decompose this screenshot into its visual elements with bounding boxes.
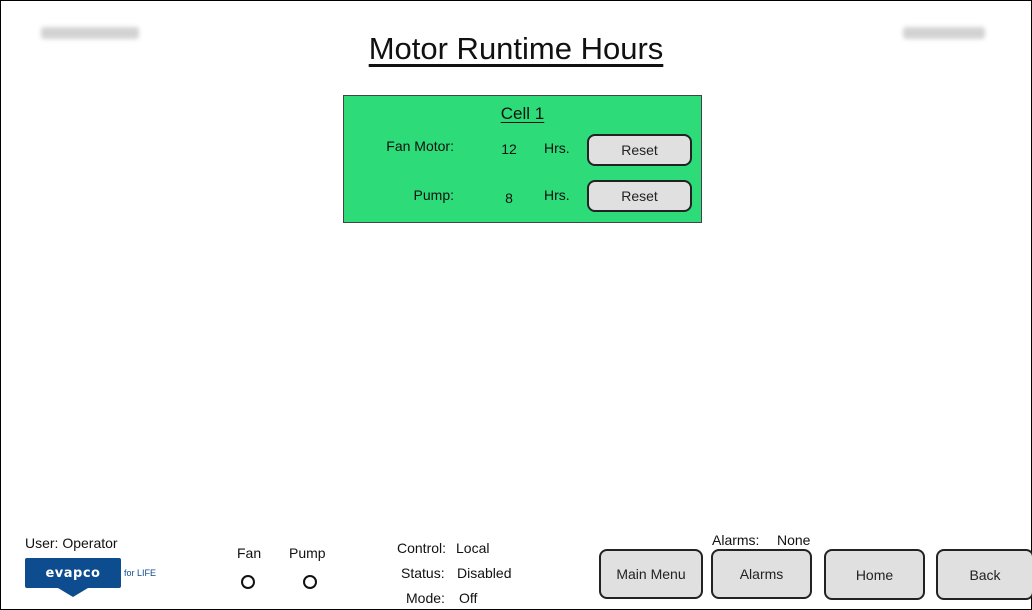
alarms-button[interactable]: Alarms (711, 549, 812, 599)
pump-reset-button[interactable]: Reset (587, 180, 692, 212)
cell-1-panel: Cell 1 Fan Motor: 12 Hrs. Reset Pump: 8 … (343, 95, 702, 223)
evapco-logo: evapco (25, 558, 121, 588)
mode-value: Off (459, 590, 478, 606)
alarms-status-label: Alarms: (712, 532, 760, 548)
hmi-screen: Motor Runtime Hours Cell 1 Fan Motor: 12… (0, 0, 1032, 610)
fan-motor-label: Fan Motor: (386, 138, 454, 154)
main-menu-button[interactable]: Main Menu (599, 549, 703, 599)
pump-unit: Hrs. (544, 187, 570, 203)
fan-indicator-label: Fan (237, 545, 262, 561)
alarms-status-value: None (777, 532, 811, 548)
cell-title: Cell 1 (500, 104, 545, 123)
pump-label: Pump: (413, 187, 454, 203)
home-button[interactable]: Home (824, 549, 925, 600)
fan-motor-reset-button[interactable]: Reset (587, 134, 692, 166)
fan-motor-hours: 12 (501, 141, 517, 157)
status-value: Disabled (457, 565, 512, 581)
logo-tagline: for LIFE (124, 568, 157, 578)
pump-indicator-label: Pump (289, 545, 326, 561)
status-label: Status: (401, 565, 445, 581)
fan-status-indicator (241, 575, 255, 589)
pump-status-indicator (303, 575, 317, 589)
page-title: Motor Runtime Hours (368, 31, 664, 66)
back-button[interactable]: Back (936, 549, 1032, 600)
logo-shield-tail (53, 585, 93, 597)
user-label: User: Operator (25, 535, 118, 551)
mode-label: Mode: (406, 590, 445, 606)
fan-motor-unit: Hrs. (544, 140, 570, 156)
logo-text: evapco (45, 565, 101, 581)
pump-hours: 8 (505, 190, 513, 206)
control-label: Control: (397, 540, 447, 556)
control-value: Local (456, 540, 490, 556)
